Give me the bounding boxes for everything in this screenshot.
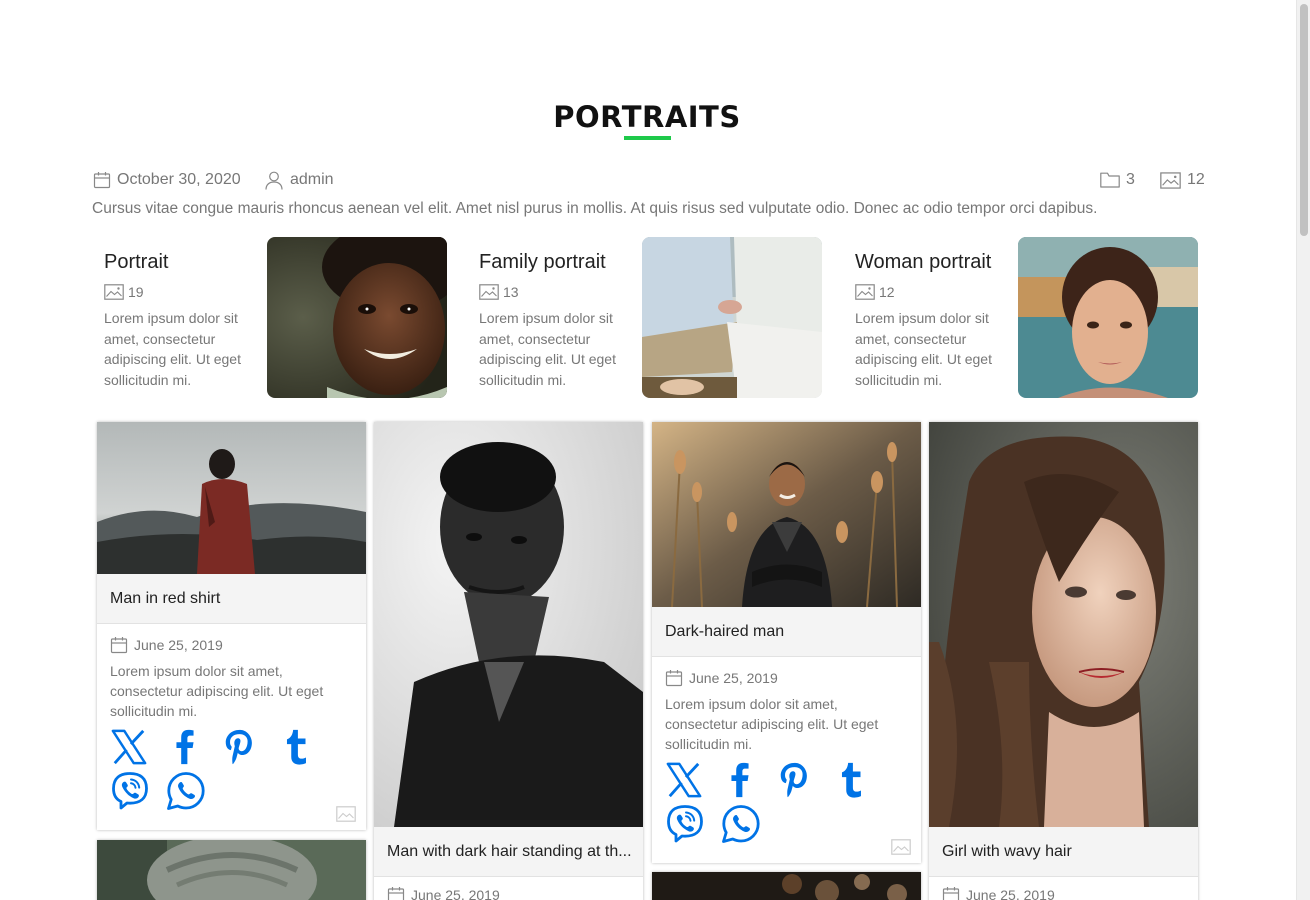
- image-icon: [479, 284, 499, 300]
- calendar-icon: [93, 171, 111, 189]
- category-description: Lorem ipsum dolor sit amet, consectetur …: [855, 310, 992, 388]
- card-photo[interactable]: [929, 422, 1198, 827]
- category-count-text: 12: [879, 284, 895, 300]
- card-date: June 25, 2019: [942, 885, 1185, 900]
- post-date: October 30, 2020: [93, 170, 241, 190]
- image-icon: [336, 806, 356, 822]
- folders-count: 3: [1100, 170, 1135, 190]
- tumblr-icon[interactable]: [832, 758, 888, 802]
- category-count: 13: [479, 284, 629, 300]
- post-author[interactable]: admin: [264, 170, 334, 190]
- category-description: Lorem ipsum dolor sit amet, consectetur …: [104, 310, 241, 388]
- card-title[interactable]: Man with dark hair standing at th...: [374, 827, 643, 877]
- category-name[interactable]: Portrait: [104, 251, 254, 274]
- image-icon: [855, 284, 875, 300]
- image-icon: [104, 284, 124, 300]
- facebook-icon[interactable]: [166, 725, 222, 769]
- category-count-text: 19: [128, 284, 144, 300]
- images-count-text: 12: [1187, 171, 1205, 188]
- calendar-icon: [942, 886, 960, 900]
- category-count-text: 13: [503, 284, 519, 300]
- tumblr-icon[interactable]: [277, 725, 333, 769]
- card-date: June 25, 2019: [665, 668, 908, 688]
- whatsapp-icon[interactable]: [721, 802, 777, 846]
- category-photo-couple[interactable]: [642, 237, 822, 398]
- category-count: 12: [855, 284, 1005, 300]
- card-title[interactable]: Dark-haired man: [652, 607, 921, 657]
- pinterest-icon[interactable]: [221, 725, 277, 769]
- title-underline: [624, 136, 671, 140]
- portfolio-card-turban[interactable]: [97, 840, 366, 900]
- card-description: Lorem ipsum dolor sit amet, consectetur …: [665, 696, 879, 752]
- social-share-bar: [665, 758, 905, 846]
- whatsapp-icon[interactable]: [166, 769, 222, 813]
- folder-icon: [1100, 172, 1120, 188]
- card-date: June 25, 2019: [387, 885, 630, 900]
- viber-icon[interactable]: [110, 769, 166, 813]
- category-card-family-portrait[interactable]: Family portrait 13 Lorem ipsum dolor sit…: [467, 237, 822, 398]
- card-description: Lorem ipsum dolor sit amet, consectetur …: [110, 663, 324, 719]
- album-description: Cursus vitae congue mauris rhoncus aenea…: [92, 200, 1098, 217]
- card-photo[interactable]: [374, 422, 643, 827]
- post-author-text[interactable]: admin: [290, 171, 334, 189]
- portfolio-card-girl-with-wavy-hair[interactable]: Girl with wavy hair June 25, 2019: [929, 422, 1198, 900]
- card-photo[interactable]: [97, 840, 366, 900]
- card-photo[interactable]: [652, 872, 921, 900]
- card-date-text: June 25, 2019: [966, 887, 1055, 900]
- category-description: Lorem ipsum dolor sit amet, consectetur …: [479, 310, 616, 388]
- scrollbar-thumb[interactable]: [1300, 4, 1308, 236]
- image-icon: [891, 839, 911, 855]
- card-title[interactable]: Girl with wavy hair: [929, 827, 1198, 877]
- portfolio-card-man-with-dark-hair[interactable]: Man with dark hair standing at th... Jun…: [374, 422, 643, 900]
- card-photo[interactable]: [652, 422, 921, 607]
- x-icon[interactable]: [110, 725, 166, 769]
- folders-count-text: 3: [1126, 171, 1135, 188]
- category-name[interactable]: Family portrait: [479, 251, 629, 274]
- portfolio-card-man-in-red-shirt[interactable]: Man in red shirt June 25, 2019 Lorem ips…: [97, 422, 366, 830]
- card-date: June 25, 2019: [110, 635, 353, 655]
- facebook-icon[interactable]: [721, 758, 777, 802]
- x-icon[interactable]: [665, 758, 721, 802]
- page-scrollbar[interactable]: [1296, 0, 1310, 900]
- category-photo-smiling-girl[interactable]: [267, 237, 447, 398]
- card-title[interactable]: Man in red shirt: [97, 574, 366, 624]
- card-photo[interactable]: [97, 422, 366, 574]
- viber-icon[interactable]: [665, 802, 721, 846]
- category-photo-woman-freckles[interactable]: [1018, 237, 1198, 398]
- page-title: PORTRAITS: [553, 100, 741, 134]
- images-count: 12: [1160, 170, 1205, 190]
- pinterest-icon[interactable]: [776, 758, 832, 802]
- card-date-text: June 25, 2019: [411, 887, 500, 900]
- image-icon: [1160, 172, 1181, 189]
- user-icon: [264, 170, 284, 190]
- category-card-woman-portrait[interactable]: Woman portrait 12 Lorem ipsum dolor sit …: [843, 237, 1198, 398]
- portfolio-card-bokeh[interactable]: [652, 872, 921, 900]
- calendar-icon: [387, 886, 405, 900]
- social-share-bar: [110, 725, 350, 813]
- post-date-text: October 30, 2020: [117, 171, 241, 188]
- category-name[interactable]: Woman portrait: [855, 251, 1005, 274]
- category-card-portrait[interactable]: Portrait 19 Lorem ipsum dolor sit amet, …: [92, 237, 447, 398]
- calendar-icon: [665, 669, 683, 687]
- portfolio-card-dark-haired-man[interactable]: Dark-haired man June 25, 2019 Lorem ipsu…: [652, 422, 921, 863]
- calendar-icon: [110, 636, 128, 654]
- card-date-text: June 25, 2019: [689, 670, 778, 686]
- category-count: 19: [104, 284, 254, 300]
- card-date-text: June 25, 2019: [134, 637, 223, 653]
